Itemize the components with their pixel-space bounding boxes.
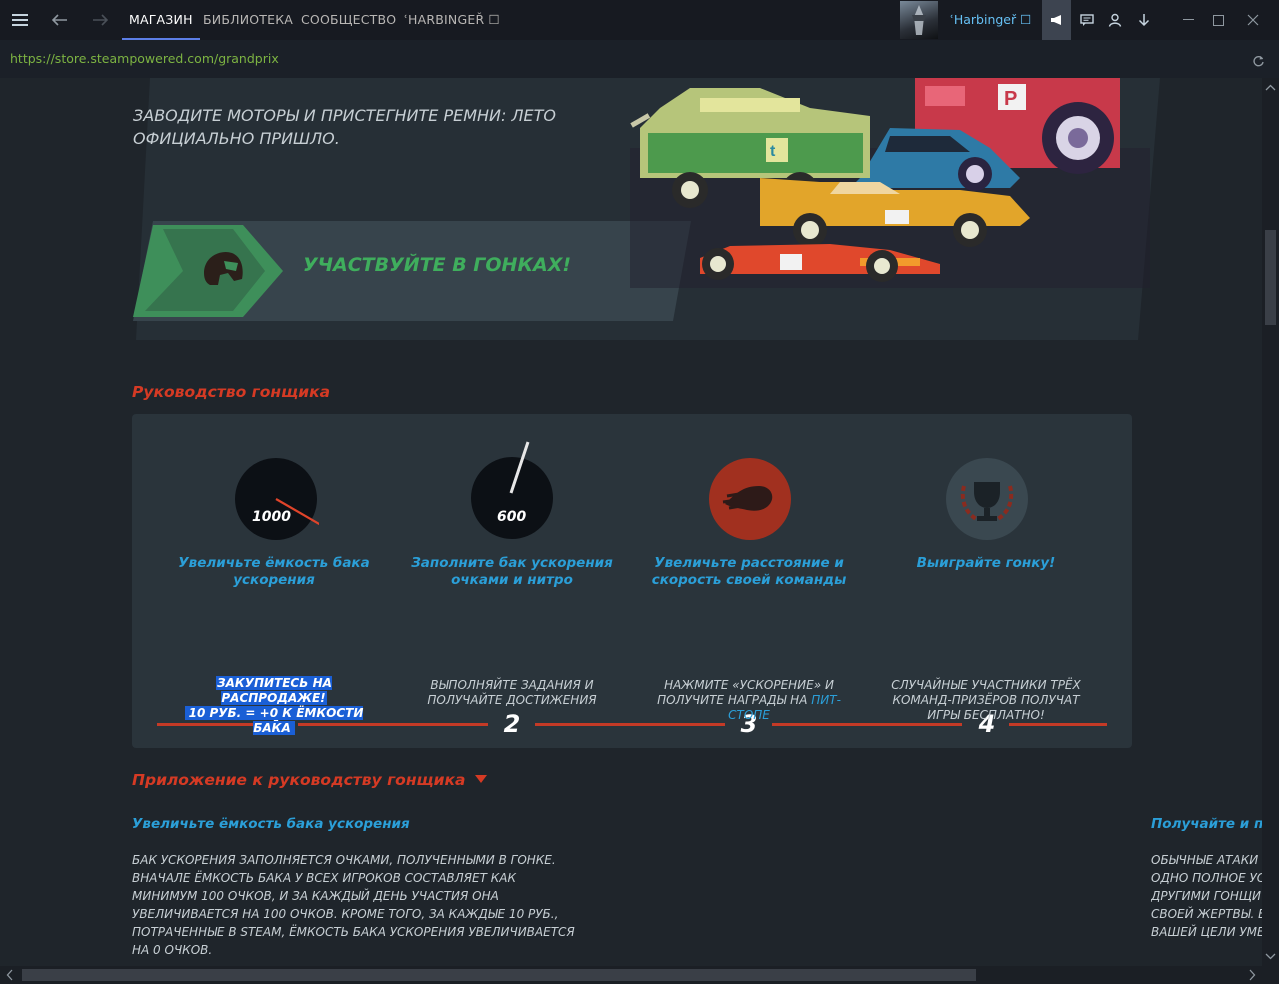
appendix-left-line: МИНИМУМ 100 ОЧКОВ, И ЗА КАЖДЫЙ ДЕНЬ УЧАС… [132, 889, 499, 903]
minimize-icon[interactable] [1178, 0, 1200, 40]
hero-tagline-line-2: ОФИЦИАЛЬНО ПРИШЛО. [133, 129, 340, 148]
step-3-description: НАЖМИТЕ «УСКОРЕНИЕ» И ПОЛУЧИТЕ НАГРАДЫ Н… [639, 678, 859, 723]
appendix-left-line: УВЕЛИЧИВАЕТСЯ НА 100 ОЧКОВ. КРОМЕ ТОГО, … [132, 907, 559, 921]
tab-profile[interactable]: ʿHARBINGEŘ ☐ [404, 0, 500, 40]
chat-icon[interactable] [1076, 0, 1098, 40]
appendix-heading: Приложение к руководству гонщика [132, 771, 466, 789]
step-2-desc-line-1: ВЫПОЛНЯЙТЕ ЗАДАНИЯ И [430, 678, 594, 692]
race-cta-button[interactable]: УЧАСТВУЙТЕ В ГОНКАХ! [133, 221, 693, 321]
appendix-left-line: ВНАЧАЛЕ ЁМКОСТЬ БАКА У ВСЕХ ИГРОКОВ СОСТ… [132, 871, 516, 885]
step-1-title[interactable]: Увеличьте ёмкость бака ускорения [164, 555, 384, 589]
step-2-desc-line-2: ПОЛУЧАЙТЕ ДОСТИЖЕНИЯ [427, 693, 597, 707]
scroll-up-icon[interactable] [1262, 82, 1279, 94]
url-text[interactable]: https://store.steampowered.com/grandprix [10, 51, 279, 66]
hero-tagline: ЗАВОДИТЕ МОТОРЫ И ПРИСТЕГНИТЕ РЕМНИ: ЛЕТ… [133, 104, 556, 150]
step-4-desc-line-2: КОМАНД-ПРИЗЁРОВ ПОЛУЧАТ [892, 693, 1080, 707]
step-1-title-line-1: Увеличьте ёмкость бака [178, 555, 370, 571]
step-3-title[interactable]: Увеличьте расстояние и скорость своей ко… [639, 555, 859, 589]
appendix-left-line: НА 0 ОЧКОВ. [132, 943, 213, 957]
gauge-1000-label: 1000 [252, 509, 291, 525]
back-arrow-icon[interactable] [48, 0, 72, 40]
appendix-right-line: СВОЕЙ ЖЕРТВЫ. Е [1151, 907, 1262, 921]
friends-icon[interactable] [1104, 0, 1126, 40]
gauge-600-icon [471, 441, 553, 539]
title-bar: МАГАЗИН БИБЛИОТЕКА СООБЩЕСТВО ʿHARBINGEŘ… [0, 0, 1279, 40]
scroll-left-icon[interactable] [4, 966, 16, 984]
step-2-title-line-2: очками и нитро [451, 572, 573, 588]
timeline-segment-3 [772, 723, 962, 726]
pit-stop-link[interactable]: ПИТ- [811, 693, 841, 707]
appendix-heading-toggle[interactable]: Приложение к руководству гонщика [132, 770, 487, 789]
trophy-icon [946, 458, 1028, 540]
race-cars-illustration: P t [630, 78, 1150, 288]
step-4-title-line-1: Выиграйте гонку! [916, 555, 1056, 571]
step-4-description: СЛУЧАЙНЫЕ УЧАСТНИКИ ТРЁХ КОМАНД-ПРИЗЁРОВ… [876, 678, 1096, 723]
appendix-right-line: ВАШЕЙ ЦЕЛИ УМЕ [1151, 925, 1262, 939]
user-name[interactable]: ʿHarbingeř ☐ [950, 12, 1031, 27]
gauge-1000-icon [235, 458, 319, 540]
menu-icon[interactable] [8, 0, 32, 40]
step-2-title-line-1: Заполните бак ускорения [411, 555, 613, 571]
step-2-number: 2 [503, 710, 521, 738]
appendix-left-line: ПОТРАЧЕННЫЕ В Steam, ЁМКОСТЬ БАКА УСКОРЕ… [132, 925, 575, 939]
timeline-segment-2 [535, 723, 725, 726]
horizontal-scroll-thumb[interactable] [22, 969, 976, 981]
step-1-description: ЗАКУПИТЕСЬ НА РАСПРОДАЖЕ! 10 рУб. = +0 К… [164, 676, 384, 736]
avatar[interactable] [900, 1, 938, 39]
scroll-down-icon[interactable] [1262, 950, 1279, 962]
step-3-desc-line-2: ПОЛУЧИТЕ НАГРАДЫ НА [657, 693, 808, 707]
close-icon[interactable] [1241, 0, 1265, 40]
appendix-right-line: ДРУГИМИ ГОНЩИ [1151, 889, 1261, 903]
tab-store[interactable]: МАГАЗИН [122, 0, 200, 40]
guide-panel: 1000 600 Увеличьте ёмкость бака ускорени… [132, 414, 1132, 748]
tab-community[interactable]: СООБЩЕСТВО [301, 0, 396, 40]
svg-text:P: P [1004, 88, 1017, 110]
announcement-icon[interactable] [1042, 0, 1071, 40]
gauge-600-label: 600 [497, 509, 527, 525]
appendix-left-title: Увеличьте ёмкость бака ускорения [132, 816, 410, 832]
step-3-title-line-1: Увеличьте расстояние и [654, 555, 844, 571]
url-bar: https://store.steampowered.com/grandprix [0, 40, 1279, 78]
appendix-left-line: БАК УСКОРЕНИЯ ЗАПОЛНЯЕТСЯ ОЧКАМИ, ПОЛУЧЕ… [132, 853, 556, 867]
forward-arrow-icon[interactable] [88, 0, 112, 40]
step-2-title[interactable]: Заполните бак ускорения очками и нитро [402, 555, 622, 589]
caret-down-icon [474, 775, 487, 783]
cta-label: УЧАСТВУЙТЕ В ГОНКАХ! [303, 254, 572, 276]
appendix-left-body: БАК УСКОРЕНИЯ ЗАПОЛНЯЕТСЯ ОЧКАМИ, ПОЛУЧЕ… [132, 851, 592, 959]
appendix-right-title: Получайте и пр [1151, 816, 1262, 832]
scroll-right-icon[interactable] [1246, 966, 1258, 984]
horizontal-scrollbar[interactable] [0, 966, 1279, 984]
step-3-desc-line-1: НАЖМИТЕ «УСКОРЕНИЕ» И [664, 678, 834, 692]
pit-stop-link-cont[interactable]: СТОПЕ [639, 708, 859, 723]
refresh-icon[interactable] [1252, 53, 1265, 72]
appendix-right-body: ОБЫЧНЫЕ АТАКИ Е ОДНО ПОЛНОЕ УСК ДРУГИМИ … [1151, 851, 1262, 941]
step-1-title-line-2: ускорения [233, 572, 315, 588]
step-1-desc-line-2: 10 рУб. = +0 К ЁМКОСТИ БАКА [184, 706, 364, 735]
maximize-icon[interactable] [1207, 0, 1229, 40]
step-2-description: ВЫПОЛНЯЙТЕ ЗАДАНИЯ И ПОЛУЧАЙТЕ ДОСТИЖЕНИ… [402, 678, 622, 708]
step-4-title[interactable]: Выиграйте гонку! [876, 555, 1096, 572]
tab-library[interactable]: БИБЛИОТЕКА [203, 0, 293, 40]
step-1-desc-line-1: ЗАКУПИТЕСЬ НА РАСПРОДАЖЕ! [216, 676, 332, 705]
vertical-scrollbar[interactable] [1262, 78, 1279, 966]
boost-flame-icon [709, 458, 791, 540]
hero-tagline-line-1: ЗАВОДИТЕ МОТОРЫ И ПРИСТЕГНИТЕ РЕМНИ: ЛЕТ… [133, 106, 556, 125]
timeline-segment-4 [1009, 723, 1107, 726]
step-3-title-line-2: скорость своей команды [651, 572, 847, 588]
appendix-right-line: ОБЫЧНЫЕ АТАКИ Е [1151, 853, 1262, 867]
page-content: ЗАВОДИТЕ МОТОРЫ И ПРИСТЕГНИТЕ РЕМНИ: ЛЕТ… [0, 78, 1262, 966]
svg-text:t: t [770, 143, 776, 160]
guide-heading: Руководство гонщика [132, 383, 331, 401]
step-4-desc-line-1: СЛУЧАЙНЫЕ УЧАСТНИКИ ТРЁХ [891, 678, 1081, 692]
vertical-scroll-thumb[interactable] [1265, 230, 1276, 325]
appendix-right-line: ОДНО ПОЛНОЕ УСК [1151, 871, 1262, 885]
step-4-desc-line-3: ИГРЫ БЕСПЛАТНО! [927, 708, 1045, 722]
helmet-icon [204, 251, 243, 285]
downloads-icon[interactable] [1133, 0, 1155, 40]
